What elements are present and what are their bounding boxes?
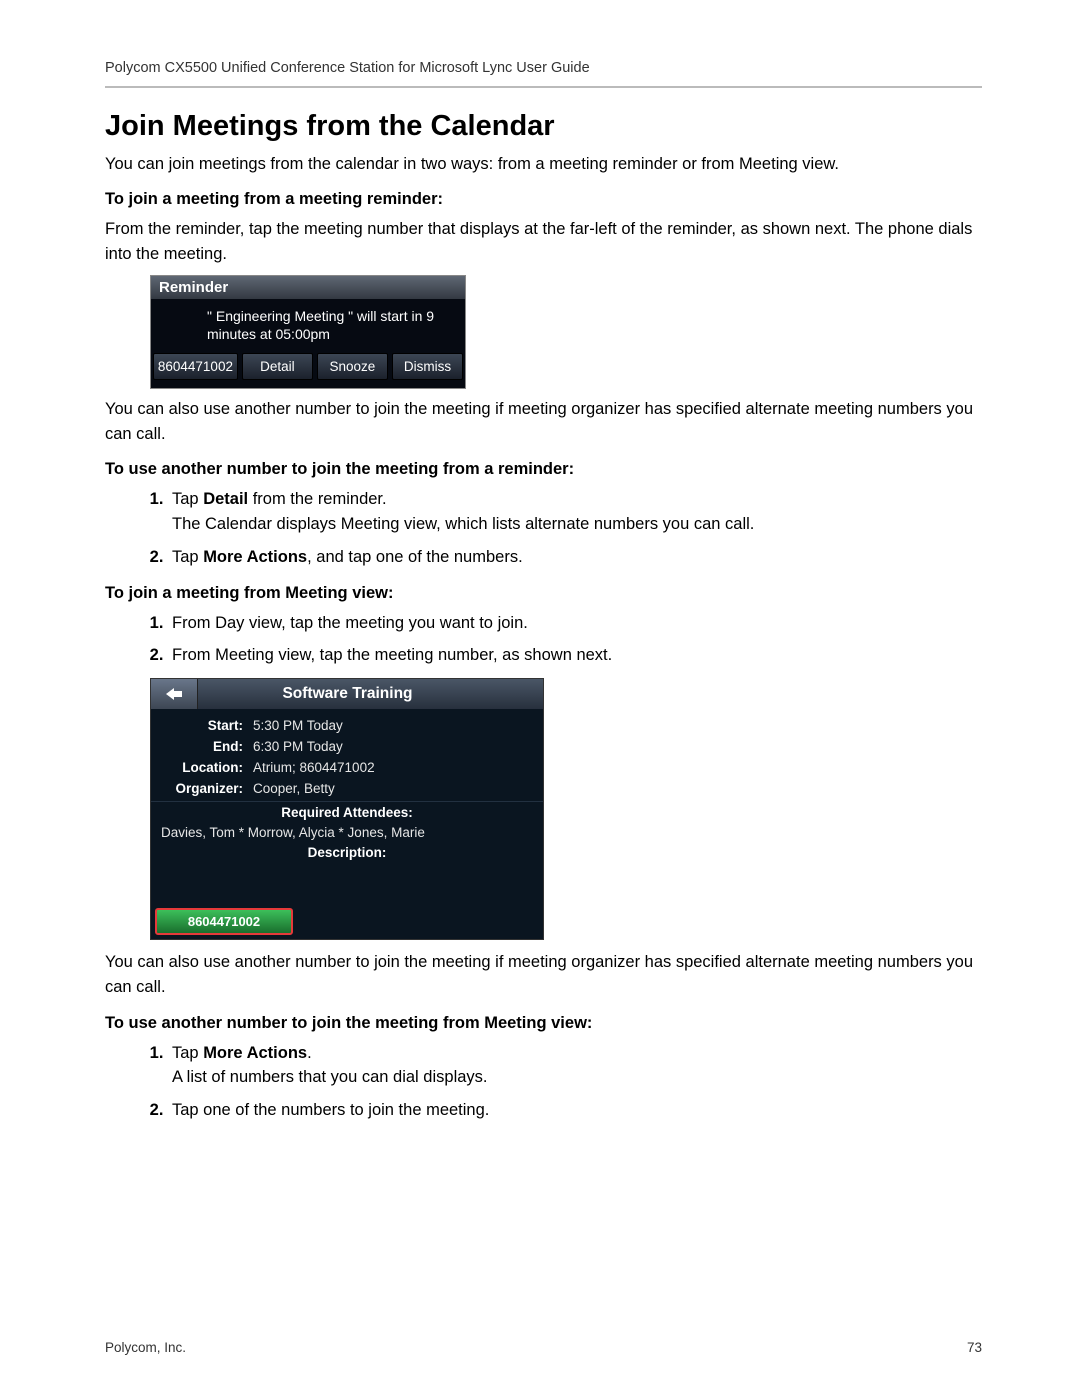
start-value: 5:30 PM Today [253,718,543,733]
reminder-screenshot: Reminder " Engineering Meeting " will st… [150,275,466,389]
bold-text: Detail [203,490,248,508]
reminder-detail-button[interactable]: Detail [242,353,313,380]
reminder-snooze-button[interactable]: Snooze [317,353,388,380]
reminder-message: " Engineering Meeting " will start in 9 … [151,299,465,353]
footer-page-number: 73 [967,1340,982,1355]
text: from the reminder. [248,490,386,508]
subhead-another-number-reminder: To use another number to join the meetin… [105,460,982,479]
para-alternate-numbers-1: You can also use another number to join … [105,397,982,447]
list-item: From Day view, tap the meeting you want … [168,611,982,636]
list-item: Tap Detail from the reminder. The Calend… [168,487,982,537]
para-from-reminder: From the reminder, tap the meeting numbe… [105,217,982,267]
end-label: End: [151,739,253,754]
list-join-meeting-view: From Day view, tap the meeting you want … [150,611,982,669]
location-label: Location: [151,760,253,775]
text: . [307,1044,312,1062]
dial-number-button[interactable]: 8604471002 [155,908,293,935]
meeting-top-bar: Software Training [151,679,543,709]
text: A list of numbers that you can dial disp… [172,1065,982,1090]
start-label: Start: [151,718,253,733]
bold-text: More Actions [203,1044,307,1062]
reminder-title-bar: Reminder [151,276,465,299]
attendees-list: Davies, Tom * Morrow, Alycia * Jones, Ma… [151,823,543,842]
description-label: Description: [151,842,543,863]
header-divider [105,86,982,88]
list-another-number-meeting-view: Tap More Actions. A list of numbers that… [150,1041,982,1123]
header-text: Polycom CX5500 Unified Conference Statio… [105,60,982,76]
list-item: Tap one of the numbers to join the meeti… [168,1098,982,1123]
organizer-label: Organizer: [151,781,253,796]
text: , and tap one of the numbers. [307,548,523,566]
text: Tap [172,490,203,508]
meeting-view-screenshot: Software Training Start: 5:30 PM Today E… [150,678,544,940]
footer-company: Polycom, Inc. [105,1340,186,1355]
list-another-number-reminder: Tap Detail from the reminder. The Calend… [150,487,982,569]
meeting-location-row: Location: Atrium; 8604471002 [151,757,543,778]
page-footer: Polycom, Inc. 73 [105,1340,982,1355]
page-title: Join Meetings from the Calendar [105,110,982,143]
meeting-start-row: Start: 5:30 PM Today [151,715,543,736]
para-alternate-numbers-2: You can also use another number to join … [105,950,982,1000]
reminder-button-row: 8604471002 Detail Snooze Dismiss [151,353,465,388]
meeting-end-row: End: 6:30 PM Today [151,736,543,757]
organizer-value: Cooper, Betty [253,781,543,796]
list-item: Tap More Actions, and tap one of the num… [168,545,982,570]
location-value: Atrium; 8604471002 [253,760,543,775]
reminder-number-button[interactable]: 8604471002 [153,353,238,380]
meeting-organizer-row: Organizer: Cooper, Betty [151,778,543,799]
description-block [151,863,543,901]
end-value: 6:30 PM Today [253,739,543,754]
text: Tap [172,1044,203,1062]
intro-paragraph: You can join meetings from the calendar … [105,153,982,176]
meeting-title: Software Training [198,685,497,703]
reminder-dismiss-button[interactable]: Dismiss [392,353,463,380]
subhead-join-from-meeting-view: To join a meeting from Meeting view: [105,584,982,603]
subhead-join-from-reminder: To join a meeting from a meeting reminde… [105,190,982,209]
text: The Calendar displays Meeting view, whic… [172,512,982,537]
text: Tap [172,548,203,566]
list-item: Tap More Actions. A list of numbers that… [168,1041,982,1091]
list-item: From Meeting view, tap the meeting numbe… [168,643,982,668]
back-icon[interactable] [151,679,198,709]
required-attendees-label: Required Attendees: [151,801,543,823]
subhead-another-number-meeting-view: To use another number to join the meetin… [105,1014,982,1033]
meeting-bottom-row: 8604471002 [151,901,543,939]
bold-text: More Actions [203,548,307,566]
